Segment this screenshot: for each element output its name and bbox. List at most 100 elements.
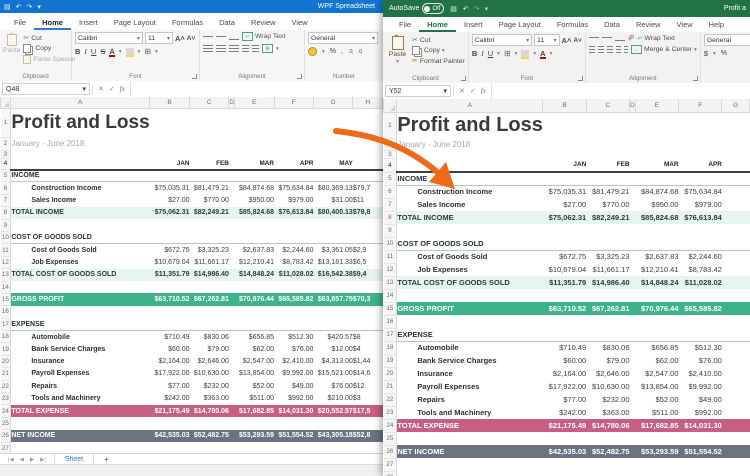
cell-E2[interactable] — [235, 137, 274, 150]
redo-icon[interactable]: ↷ — [27, 3, 33, 11]
cell-H9[interactable] — [353, 219, 383, 231]
cell-E22[interactable]: $52.00 — [635, 393, 678, 406]
cell-B22[interactable]: $77.00 — [543, 393, 586, 406]
cell-B14[interactable] — [543, 289, 586, 302]
cell-C17[interactable] — [190, 318, 229, 330]
cell-E1[interactable] — [635, 112, 678, 138]
cell-H11[interactable]: $2,9 — [353, 244, 383, 256]
row-header-12[interactable]: 12 — [384, 263, 397, 276]
cell-A26[interactable]: NET INCOME — [11, 430, 150, 442]
cell-F12[interactable]: $8,783.42 — [679, 263, 722, 276]
cell-G27[interactable] — [722, 458, 750, 471]
prev-sheet-icon[interactable]: ◀ — [20, 457, 24, 463]
cell-C9[interactable] — [190, 219, 229, 231]
row-header-3[interactable]: 3 — [1, 150, 11, 158]
cell-H10[interactable] — [353, 231, 383, 243]
cell-A16[interactable] — [11, 306, 150, 318]
cell-F26[interactable]: $51,554.52 — [679, 445, 722, 458]
row-header-1[interactable]: 1 — [384, 112, 397, 138]
cell-H18[interactable]: $8 — [353, 331, 383, 343]
cell-E3[interactable] — [235, 150, 274, 158]
cell-B12[interactable]: $10,679.04 — [543, 263, 586, 276]
fill-color-button[interactable] — [126, 48, 134, 55]
number-format-combo[interactable]: General▾ — [308, 32, 378, 44]
cell-E5[interactable] — [635, 172, 678, 185]
cell-F16[interactable] — [274, 306, 313, 318]
cell-F11[interactable]: $2,244.60 — [274, 244, 313, 256]
cell-H3[interactable] — [353, 150, 383, 158]
tab-data[interactable]: Data — [596, 17, 628, 32]
row-header-18[interactable]: 18 — [384, 341, 397, 354]
cell-F23[interactable]: $992.00 — [274, 393, 313, 405]
cell-C24[interactable]: $14,780.06 — [190, 405, 229, 417]
column-header-B[interactable]: B — [150, 97, 190, 108]
alignment-dialog-launcher-icon[interactable] — [297, 74, 302, 79]
cell-C27[interactable] — [586, 458, 629, 471]
cell-E21[interactable]: $13,854.00 — [635, 380, 678, 393]
cell-E10[interactable] — [235, 231, 274, 243]
cell-G21[interactable] — [722, 380, 750, 393]
cell-C22[interactable]: $232.00 — [190, 380, 229, 392]
cell-B2[interactable] — [150, 137, 190, 150]
cell-F14[interactable] — [679, 289, 722, 302]
cell-B10[interactable] — [543, 237, 586, 250]
cell-F26[interactable]: $51,554.52 — [274, 430, 313, 442]
row-header-21[interactable]: 21 — [384, 380, 397, 393]
row-header-19[interactable]: 19 — [1, 343, 11, 355]
row-header-3[interactable]: 3 — [384, 150, 397, 158]
cell-B12[interactable]: $10,679.04 — [150, 256, 190, 268]
cell-E24[interactable]: $17,682.85 — [635, 419, 678, 432]
cell-E27[interactable] — [235, 442, 274, 453]
cell-B21[interactable]: $17,922.00 — [543, 380, 586, 393]
row-header-5[interactable]: 5 — [384, 172, 397, 185]
row-header-23[interactable]: 23 — [384, 406, 397, 419]
cell-H16[interactable] — [353, 306, 383, 318]
cell-F19[interactable]: $76.00 — [274, 343, 313, 355]
cell-C12[interactable]: $11,661.17 — [586, 263, 629, 276]
cell-F13[interactable]: $11,028.02 — [274, 269, 313, 281]
cell-E15[interactable]: $70,976.44 — [635, 302, 678, 315]
next-sheet-icon[interactable]: ▶ — [30, 457, 34, 463]
cell-B2[interactable] — [543, 138, 586, 150]
row-header-2[interactable]: 2 — [1, 137, 11, 150]
cell-G2[interactable] — [722, 138, 750, 150]
align-right-icon[interactable] — [229, 45, 239, 53]
cell-C13[interactable]: $14,986.40 — [586, 276, 629, 289]
cell-F1[interactable] — [274, 108, 313, 137]
first-sheet-icon[interactable]: |◀ — [8, 457, 14, 463]
fill-color-dropdown-icon[interactable]: ▾ — [138, 49, 141, 55]
row-header-9[interactable]: 9 — [384, 224, 397, 237]
cell-C7[interactable]: $770.00 — [190, 194, 229, 206]
cell-C3[interactable] — [190, 150, 229, 158]
cell-B9[interactable] — [150, 219, 190, 231]
cut-button[interactable]: ✂Cut — [23, 34, 75, 42]
row-header-25[interactable]: 25 — [1, 417, 11, 429]
cell-C21[interactable]: $10,630.00 — [190, 368, 229, 380]
tab-view[interactable]: View — [284, 15, 316, 30]
cell-C15[interactable]: $67,262.81 — [190, 293, 229, 305]
row-header-4[interactable]: 4 — [384, 158, 397, 172]
add-sheet-button[interactable]: + — [94, 455, 119, 464]
cell-C18[interactable]: $830.06 — [586, 341, 629, 354]
cell-G13[interactable] — [722, 276, 750, 289]
cell-F24[interactable]: $14,031.30 — [679, 419, 722, 432]
cell-E23[interactable]: $511.00 — [235, 393, 274, 405]
cell-H15[interactable]: $70,3 — [353, 293, 383, 305]
cell-F14[interactable] — [274, 281, 313, 293]
cell-H8[interactable]: $79,8 — [353, 207, 383, 219]
cell-B10[interactable] — [150, 231, 190, 243]
cell-A11[interactable]: Cost of Goods Sold — [11, 244, 150, 256]
cell-G7[interactable] — [722, 198, 750, 211]
row-header-13[interactable]: 13 — [1, 269, 11, 281]
cell-G12[interactable] — [722, 263, 750, 276]
cell-C9[interactable] — [586, 224, 629, 237]
cell-A25[interactable] — [11, 417, 150, 429]
cell-C25[interactable] — [190, 417, 229, 429]
cell-B21[interactable]: $17,922.00 — [150, 368, 190, 380]
cell-E7[interactable]: $950.00 — [635, 198, 678, 211]
cell-A24[interactable]: TOTAL EXPENSE — [397, 419, 543, 432]
align-top-icon[interactable] — [203, 36, 213, 38]
cell-F18[interactable]: $512.30 — [679, 341, 722, 354]
cell-F25[interactable] — [679, 432, 722, 445]
cell-B8[interactable]: $75,062.31 — [150, 207, 190, 219]
